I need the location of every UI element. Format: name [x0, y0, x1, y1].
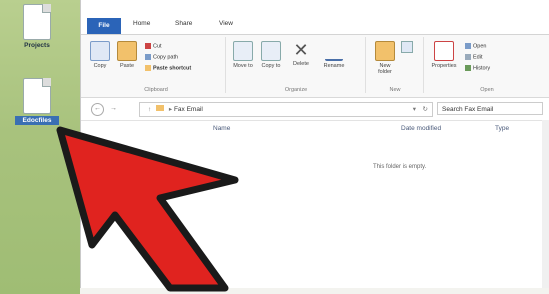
pointer-arrow-icon — [56, 126, 239, 292]
red-arrow-shape — [56, 126, 239, 292]
